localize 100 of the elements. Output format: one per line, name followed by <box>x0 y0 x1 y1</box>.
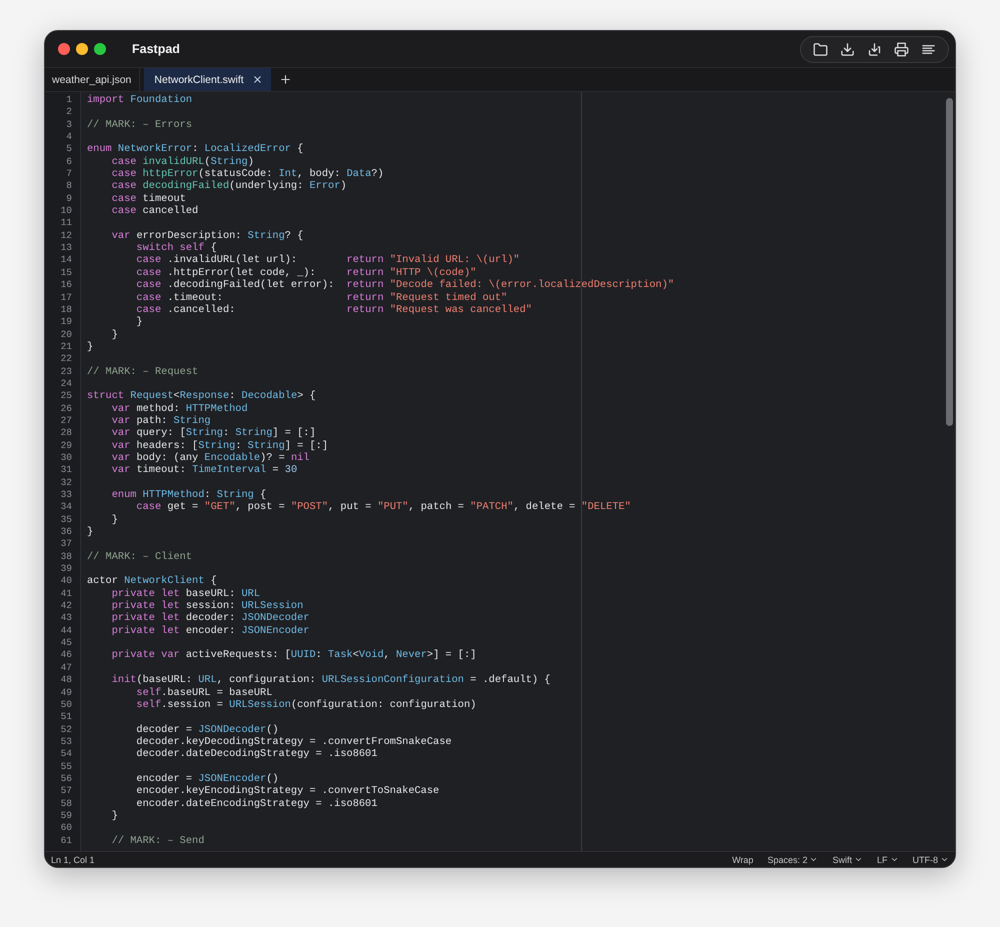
line-number: 1 <box>66 94 73 106</box>
line-number: 25 <box>60 390 73 403</box>
line-number: 46 <box>60 649 73 662</box>
code-line: struct Request<Response: Decodable> { <box>87 390 316 402</box>
line-number: 30 <box>60 452 73 464</box>
download-icon[interactable] <box>840 42 855 56</box>
code-line: case invalidURL(String) <box>110 156 254 168</box>
line-number: 15 <box>60 266 73 280</box>
status-button[interactable]: Wrap <box>732 854 754 864</box>
chevron-icon <box>890 855 898 864</box>
code-line: // MARK: – Send <box>110 834 204 847</box>
line-number: 29 <box>60 440 73 452</box>
status-menu[interactable]: LF <box>876 854 898 864</box>
line-number: 50 <box>60 698 73 712</box>
code-line: case decodingFailed(underlying: Error) <box>110 180 347 192</box>
line-number: 7 <box>66 168 73 180</box>
code-line: self.session = URLSession(configuration: configuration) <box>135 698 476 711</box>
code-line: case .httpError(let code, _): return "HTTP \(code)" <box>135 266 476 279</box>
line-number: 32 <box>60 476 73 489</box>
printer-icon[interactable] <box>894 42 909 56</box>
line-number: 53 <box>60 736 73 748</box>
code-line: private var activeRequests: [UUID: Task<Void, Never>] = [:] <box>110 649 476 662</box>
code-line: var errorDescription: String? { <box>110 230 304 242</box>
status-menu[interactable]: UTF-8 <box>912 854 949 864</box>
code-line: case get = "GET", post = "POST", put = "PUT", patch = "PATCH", delete = "DELETE" <box>135 501 631 514</box>
code-line: case .timeout: return "Request timed out" <box>135 292 508 304</box>
line-number: 51 <box>60 711 73 724</box>
minimize-window-button[interactable] <box>76 43 88 55</box>
code-line: } <box>110 328 118 341</box>
code-line: var timeout: TimeInterval = 30 <box>110 464 298 476</box>
code-line: // MARK: – Client <box>87 550 192 563</box>
line-number: 20 <box>60 328 73 341</box>
folder-icon[interactable] <box>813 42 828 56</box>
line-number: 45 <box>60 637 73 650</box>
line-number: 14 <box>60 254 73 267</box>
line-number: 12 <box>60 230 73 242</box>
code-line: case .decodingFailed(let error): return "Decode failed: \(error.localizedDescription)" <box>135 279 674 292</box>
code-line: // MARK: – Errors <box>87 118 192 131</box>
close-icon[interactable] <box>252 74 263 85</box>
chevron-icon <box>940 855 949 864</box>
line-number: 44 <box>60 624 73 638</box>
code-line: var query: [String: String] = [:] <box>110 427 316 440</box>
code-line: encoder = JSONEncoder() <box>135 772 279 785</box>
line-number: 6 <box>66 156 73 168</box>
line-number: 8 <box>66 180 73 193</box>
line-number: 24 <box>60 378 73 390</box>
line-number: 9 <box>66 192 73 206</box>
line-number: 5 <box>66 143 73 156</box>
line-number: 10 <box>60 205 73 218</box>
line-number: 39 <box>60 563 73 576</box>
line-number: 16 <box>60 279 73 292</box>
code-line: var method: HTTPMethod <box>110 402 248 415</box>
code-line: case .cancelled: return "Request was cancelled" <box>135 304 532 316</box>
line-number: 52 <box>60 724 73 736</box>
code-line: decoder.dateDecodingStrategy = .iso8601 <box>135 748 378 760</box>
line-number: 13 <box>60 242 73 254</box>
line-number: 26 <box>60 402 73 415</box>
code-line: } <box>87 526 94 538</box>
code-line: init(baseURL: URL, configuration: URLSessionConfiguration = .default) { <box>110 674 550 686</box>
status-menu[interactable]: Swift <box>832 854 863 864</box>
code-line: enum HTTPMethod: String { <box>110 489 266 501</box>
line-number: 49 <box>60 686 73 699</box>
line-number: 23 <box>60 366 73 378</box>
line-number: 17 <box>60 292 73 304</box>
code-line: case cancelled <box>110 205 198 218</box>
file-tab[interactable]: weather_api.json <box>45 68 140 91</box>
chevron-icon <box>809 855 818 864</box>
line-number: 38 <box>60 550 73 564</box>
app-title: Fastpad <box>132 42 181 56</box>
code-line: self.baseURL = baseURL <box>135 686 272 698</box>
line-number: 34 <box>60 501 73 514</box>
chevron-icon <box>854 855 863 864</box>
line-number: 54 <box>60 748 73 761</box>
zoom-window-button[interactable] <box>94 43 106 55</box>
status-menu[interactable]: Spaces: 2 <box>767 854 818 864</box>
line-number: 57 <box>60 785 73 798</box>
code-line: } <box>110 514 118 526</box>
code-line: import Foundation <box>87 94 192 106</box>
code-line: decoder.keyDecodingStrategy = .convertFromSnakeCase <box>135 736 452 748</box>
cursor-position: Ln 1, Col 1 <box>51 854 96 864</box>
line-number: 27 <box>60 414 73 428</box>
code-line: case .invalidURL(let url): return "Invalid URL: \(url)" <box>135 254 520 266</box>
close-window-button[interactable] <box>58 43 70 55</box>
code-line: var body: (any Encodable)? = nil <box>110 452 310 464</box>
line-number: 11 <box>60 217 73 230</box>
code-line: } <box>110 810 118 822</box>
code-line: case timeout <box>110 192 186 205</box>
code-line: encoder.keyEncodingStrategy = .convertToSnakeCase <box>135 785 440 798</box>
line-number: 31 <box>60 464 73 477</box>
line-number: 55 <box>60 760 73 773</box>
code-line: private let session: URLSession <box>110 600 304 612</box>
code-line: enum NetworkError: LocalizedError { <box>87 143 304 156</box>
code-line: encoder.dateEncodingStrategy = .iso8601 <box>135 798 378 810</box>
line-number: 41 <box>60 588 73 600</box>
line-number: 56 <box>60 772 73 786</box>
file-tab[interactable]: NetworkClient.swift <box>144 68 271 91</box>
code-line: } <box>135 316 143 328</box>
scrollbar-thumb[interactable] <box>946 98 953 426</box>
line-number: 48 <box>60 674 73 686</box>
code-line: private let encoder: JSONEncoder <box>110 624 310 637</box>
